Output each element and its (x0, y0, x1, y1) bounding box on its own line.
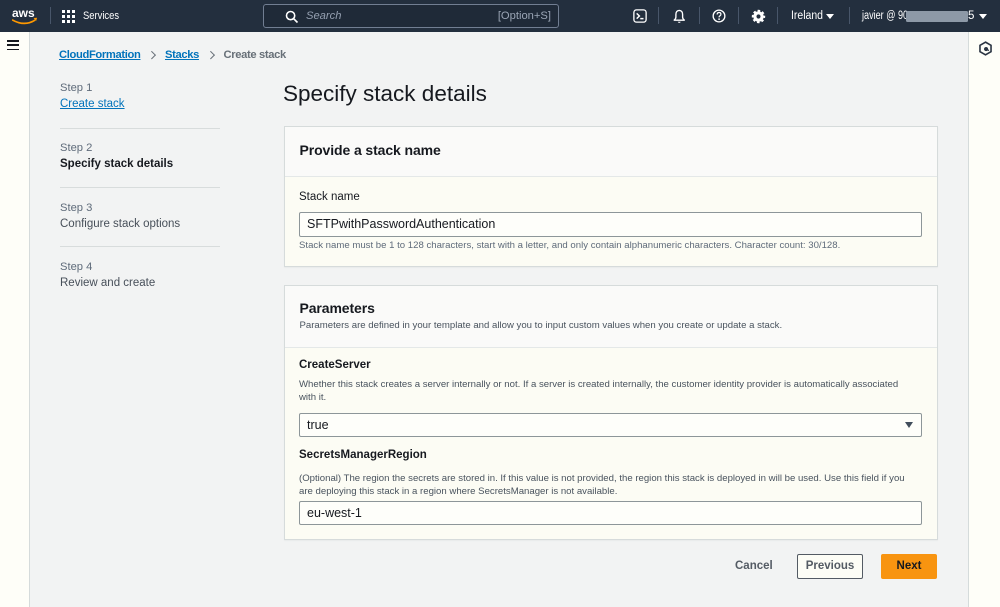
svg-text:aws: aws (12, 6, 35, 20)
